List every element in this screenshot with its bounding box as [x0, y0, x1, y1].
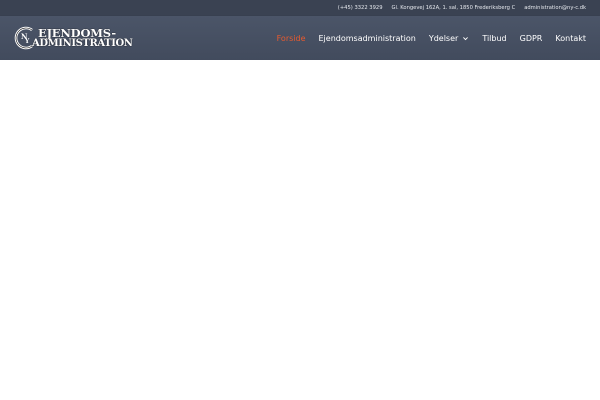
nav-label: Forside [276, 33, 306, 43]
nav-item-tilbud[interactable]: Tilbud [482, 34, 506, 43]
site-logo[interactable]: N Y EJENDOMS- ADMINISTRATION [12, 25, 133, 53]
nav-item-ejendomsadministration[interactable]: Ejendomsadministration [319, 34, 416, 43]
main-navigation: Forside Ejendomsadministration Ydelser T… [264, 16, 586, 60]
logo-text-line2: ADMINISTRATION [32, 38, 133, 49]
svg-text:Y: Y [24, 38, 30, 45]
address: Gl. Kongevej 162A, 1. sal, 1850 Frederik… [391, 5, 516, 11]
nav-label: Ydelser [428, 33, 459, 43]
nav-label: Kontakt [555, 33, 586, 43]
phone-number[interactable]: (+45) 3322 3929 [338, 5, 383, 11]
nav-item-kontakt[interactable]: Kontakt [555, 34, 586, 43]
chevron-down-icon [463, 36, 469, 40]
nav-item-gdpr[interactable]: GDPR [520, 34, 543, 43]
page-content-area [0, 60, 600, 400]
top-info-bar: (+45) 3322 3929 Gl. Kongevej 162A, 1. sa… [0, 0, 600, 16]
nav-label: Tilbud [482, 33, 507, 43]
nav-label: Ejendomsadministration [318, 33, 416, 43]
site-header: N Y EJENDOMS- ADMINISTRATION Forside Eje… [0, 16, 600, 60]
nav-label: GDPR [519, 33, 543, 43]
nav-item-forside[interactable]: Forside [277, 34, 306, 43]
email-link[interactable]: administration@ny-c.dk [524, 5, 586, 11]
nav-item-ydelser[interactable]: Ydelser [429, 34, 470, 43]
